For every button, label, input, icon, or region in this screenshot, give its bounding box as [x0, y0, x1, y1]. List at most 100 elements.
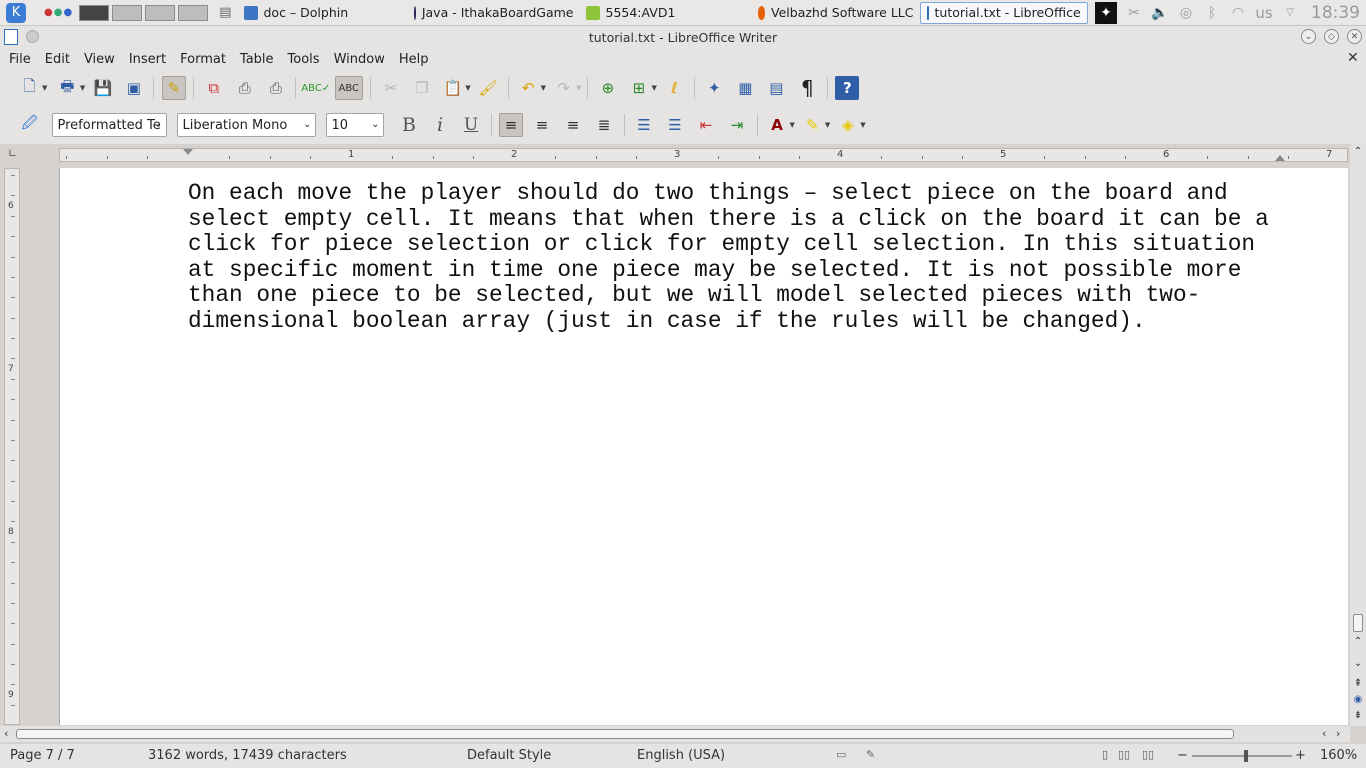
clock[interactable]: 18:39 [1311, 3, 1360, 23]
horizontal-scroll-thumb[interactable] [16, 729, 1234, 739]
kde-menu-button[interactable]: K [0, 2, 38, 24]
autospellcheck-icon[interactable]: ABC [334, 76, 363, 100]
close-document-icon[interactable]: ✕ [1347, 50, 1359, 66]
tray-expand-icon[interactable]: ▽ [1281, 4, 1299, 22]
cut-icon[interactable]: ✂ [379, 76, 403, 100]
align-right-icon[interactable]: ≡ [561, 113, 585, 137]
horizontal-ruler[interactable]: 1 2 3 4 5 6 7 [59, 148, 1348, 162]
zoom-slider-handle[interactable] [1244, 750, 1248, 762]
insert-mode-icon[interactable]: ▭ [836, 748, 846, 761]
menu-tools[interactable]: Tools [281, 52, 327, 67]
scroll-left-icon[interactable]: ‹ [1322, 727, 1326, 740]
menu-help[interactable]: Help [392, 52, 436, 67]
task-firefox[interactable]: Velbazhd Software LLC [752, 2, 920, 24]
highlighting-dropdown-icon[interactable]: ▼ [825, 121, 830, 129]
zoom-in-icon[interactable]: + [1295, 748, 1306, 763]
activities-icon[interactable]: ● ● ● [38, 2, 79, 24]
increase-indent-icon[interactable]: ⇥ [725, 113, 749, 137]
desktop-pager-1[interactable] [79, 4, 110, 21]
document-page[interactable]: On each move the player should do two th… [59, 168, 1348, 725]
new-document-icon[interactable]: 🗋 [18, 76, 42, 100]
scroll-left-icon[interactable]: ‹ [4, 727, 8, 740]
font-size-combo[interactable]: 10 ⌄ [325, 113, 384, 137]
numbering-icon[interactable]: ☰ [632, 113, 656, 137]
zoom-out-icon[interactable]: − [1177, 748, 1188, 763]
gallery-icon[interactable]: ▦ [733, 76, 757, 100]
show-desktop-icon[interactable]: ▤ [213, 2, 237, 24]
formatting-marks-icon[interactable]: ¶ [795, 76, 819, 100]
new-dropdown-icon[interactable]: ▼ [42, 84, 47, 92]
desktop-pager-4[interactable] [178, 4, 209, 21]
scroll-down-icon[interactable]: ⌄ [1352, 658, 1364, 670]
open-icon[interactable]: 🖶 [55, 76, 79, 100]
menu-window[interactable]: Window [327, 52, 392, 67]
close-window-button[interactable]: ✕ [1347, 29, 1362, 44]
paste-dropdown-icon[interactable]: ▼ [465, 84, 470, 92]
highlighting-icon[interactable]: ✎ [800, 113, 824, 137]
font-color-dropdown-icon[interactable]: ▼ [790, 121, 795, 129]
text-language[interactable]: English (USA) [637, 748, 725, 763]
export-pdf-icon[interactable]: ⧉ [202, 76, 226, 100]
show-draw-functions-icon[interactable]: ℓ [662, 76, 686, 100]
zoom-level[interactable]: 160% [1320, 748, 1357, 763]
hyperlink-icon[interactable]: ⊕ [596, 76, 620, 100]
menu-insert[interactable]: Insert [122, 52, 173, 67]
copy-icon[interactable]: ❐ [410, 76, 434, 100]
left-indent-marker[interactable] [183, 149, 193, 155]
tab-stop-selector-icon[interactable]: ∟ [8, 147, 17, 160]
table-icon[interactable]: ⊞ [627, 76, 651, 100]
menu-view[interactable]: View [77, 52, 122, 67]
open-dropdown-icon[interactable]: ▼ [80, 84, 85, 92]
print-preview-icon[interactable]: ⎙ [264, 76, 288, 100]
table-dropdown-icon[interactable]: ▼ [651, 84, 656, 92]
font-name-combo[interactable]: Liberation Mono ⌄ [176, 113, 316, 137]
background-color-icon[interactable]: ◈ [836, 113, 860, 137]
decrease-indent-icon[interactable]: ⇤ [694, 113, 718, 137]
navigator-icon[interactable]: ✦ [702, 76, 726, 100]
vertical-scroll-thumb[interactable] [1353, 614, 1363, 632]
klipper-scissors-icon[interactable]: ✂ [1125, 4, 1143, 22]
background-color-dropdown-icon[interactable]: ▼ [860, 121, 865, 129]
next-page-icon[interactable]: ⇟ [1352, 710, 1364, 722]
maximize-button[interactable]: ◇ [1324, 29, 1339, 44]
scroll-right-icon[interactable]: › [1336, 727, 1340, 740]
font-color-icon[interactable]: A [765, 113, 789, 137]
wifi-icon[interactable]: ◠ [1229, 4, 1247, 22]
paragraph-style-combo[interactable]: Preformatted Te ⌄ [51, 113, 167, 137]
minimize-button[interactable]: ⌄ [1301, 29, 1316, 44]
vertical-scrollbar[interactable]: ⌃ ⌃ ⌄ ⇞ ◉ ⇟ [1350, 144, 1366, 726]
styles-and-formatting-icon[interactable]: 🖉 [18, 113, 42, 137]
redo-dropdown-icon[interactable]: ▼ [576, 84, 581, 92]
menu-table[interactable]: Table [233, 52, 281, 67]
window-menu-button[interactable] [26, 30, 39, 43]
page-indicator[interactable]: Page 7 / 7 [10, 748, 75, 763]
task-libreoffice[interactable]: tutorial.txt - LibreOffice [919, 1, 1088, 24]
task-eclipse[interactable]: Java - IthakaBoardGame [408, 2, 580, 24]
word-count[interactable]: 3162 words, 17439 characters [148, 748, 347, 763]
window-titlebar[interactable]: tutorial.txt - LibreOffice Writer ⌄ ◇ ✕ [0, 26, 1366, 48]
data-sources-icon[interactable]: ▤ [764, 76, 788, 100]
document-text[interactable]: On each move the player should do two th… [188, 180, 1278, 335]
vertical-ruler[interactable]: 6 7 8 9 [4, 168, 20, 725]
align-center-icon[interactable]: ≡ [530, 113, 554, 137]
bold-icon[interactable]: B [397, 113, 421, 137]
horizontal-scrollbar[interactable]: ‹ ‹ › [0, 726, 1350, 742]
bluetooth-icon[interactable]: ᛒ [1203, 4, 1221, 22]
redo-icon[interactable]: ↷ [552, 76, 576, 100]
italic-icon[interactable]: i [428, 113, 452, 137]
network-icon[interactable]: ◎ [1177, 4, 1195, 22]
scroll-up-icon[interactable]: ⌃ [1352, 146, 1364, 158]
print-icon[interactable]: ⎙ [233, 76, 257, 100]
clone-formatting-icon[interactable]: 🖌 [476, 76, 500, 100]
book-view-icon[interactable]: ▯▯ [1142, 748, 1154, 761]
task-dolphin[interactable]: doc – Dolphin [238, 2, 408, 24]
dropbox-icon[interactable]: ✦ [1095, 1, 1117, 24]
undo-icon[interactable]: ↶ [516, 76, 540, 100]
scroll-up-icon[interactable]: ⌃ [1352, 636, 1364, 648]
desktop-pager-2[interactable] [112, 4, 143, 21]
edit-mode-icon[interactable]: ✎ [161, 76, 186, 100]
desktop-pager-3[interactable] [145, 4, 176, 21]
save-as-icon[interactable]: ▣ [122, 76, 146, 100]
undo-dropdown-icon[interactable]: ▼ [541, 84, 546, 92]
volume-icon[interactable]: 🔈 [1151, 4, 1169, 22]
